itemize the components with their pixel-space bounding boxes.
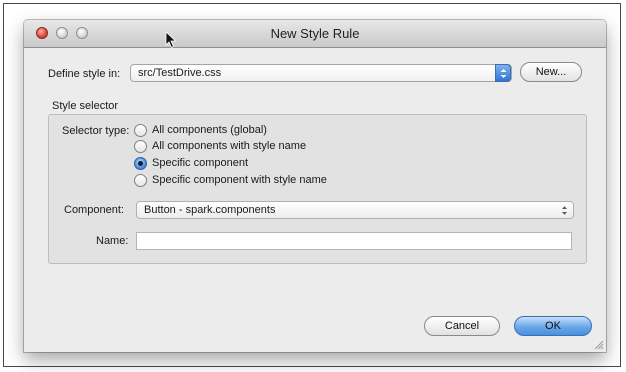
radio-button[interactable] — [134, 140, 147, 153]
radio-label: All components (global) — [152, 124, 267, 136]
radio-button-selected[interactable] — [134, 157, 147, 170]
window-title: New Style Rule — [270, 26, 360, 41]
radio-button[interactable] — [134, 174, 147, 187]
select-arrows-icon — [562, 206, 567, 215]
resize-grip-icon[interactable] — [593, 339, 604, 350]
define-style-value: src/TestDrive.css — [138, 67, 222, 79]
radio-label: All components with style name — [152, 140, 307, 152]
title-bar: New Style Rule — [24, 20, 606, 49]
radio-button[interactable] — [134, 124, 147, 137]
popup-arrows-icon — [495, 64, 511, 82]
dialog-window: New Style Rule Define style in: src/Test… — [24, 20, 606, 352]
component-label: Component: — [64, 204, 124, 216]
define-style-label: Define style in: — [48, 68, 121, 80]
mouse-cursor-icon — [165, 31, 177, 49]
cancel-button[interactable]: Cancel — [424, 316, 500, 336]
name-field[interactable] — [136, 232, 572, 250]
ok-button[interactable]: OK — [514, 316, 592, 336]
component-select[interactable]: Button - spark.components — [136, 201, 574, 219]
radio-label: Specific component — [152, 157, 248, 169]
new-button[interactable]: New... — [520, 62, 582, 82]
selector-type-label: Selector type: — [62, 125, 130, 137]
name-label: Name: — [96, 235, 129, 247]
component-value: Button - spark.components — [144, 204, 276, 216]
radio-label: Specific component with style name — [152, 174, 327, 186]
style-selector-section-label: Style selector — [52, 100, 119, 112]
define-style-popup[interactable]: src/TestDrive.css — [130, 64, 512, 82]
